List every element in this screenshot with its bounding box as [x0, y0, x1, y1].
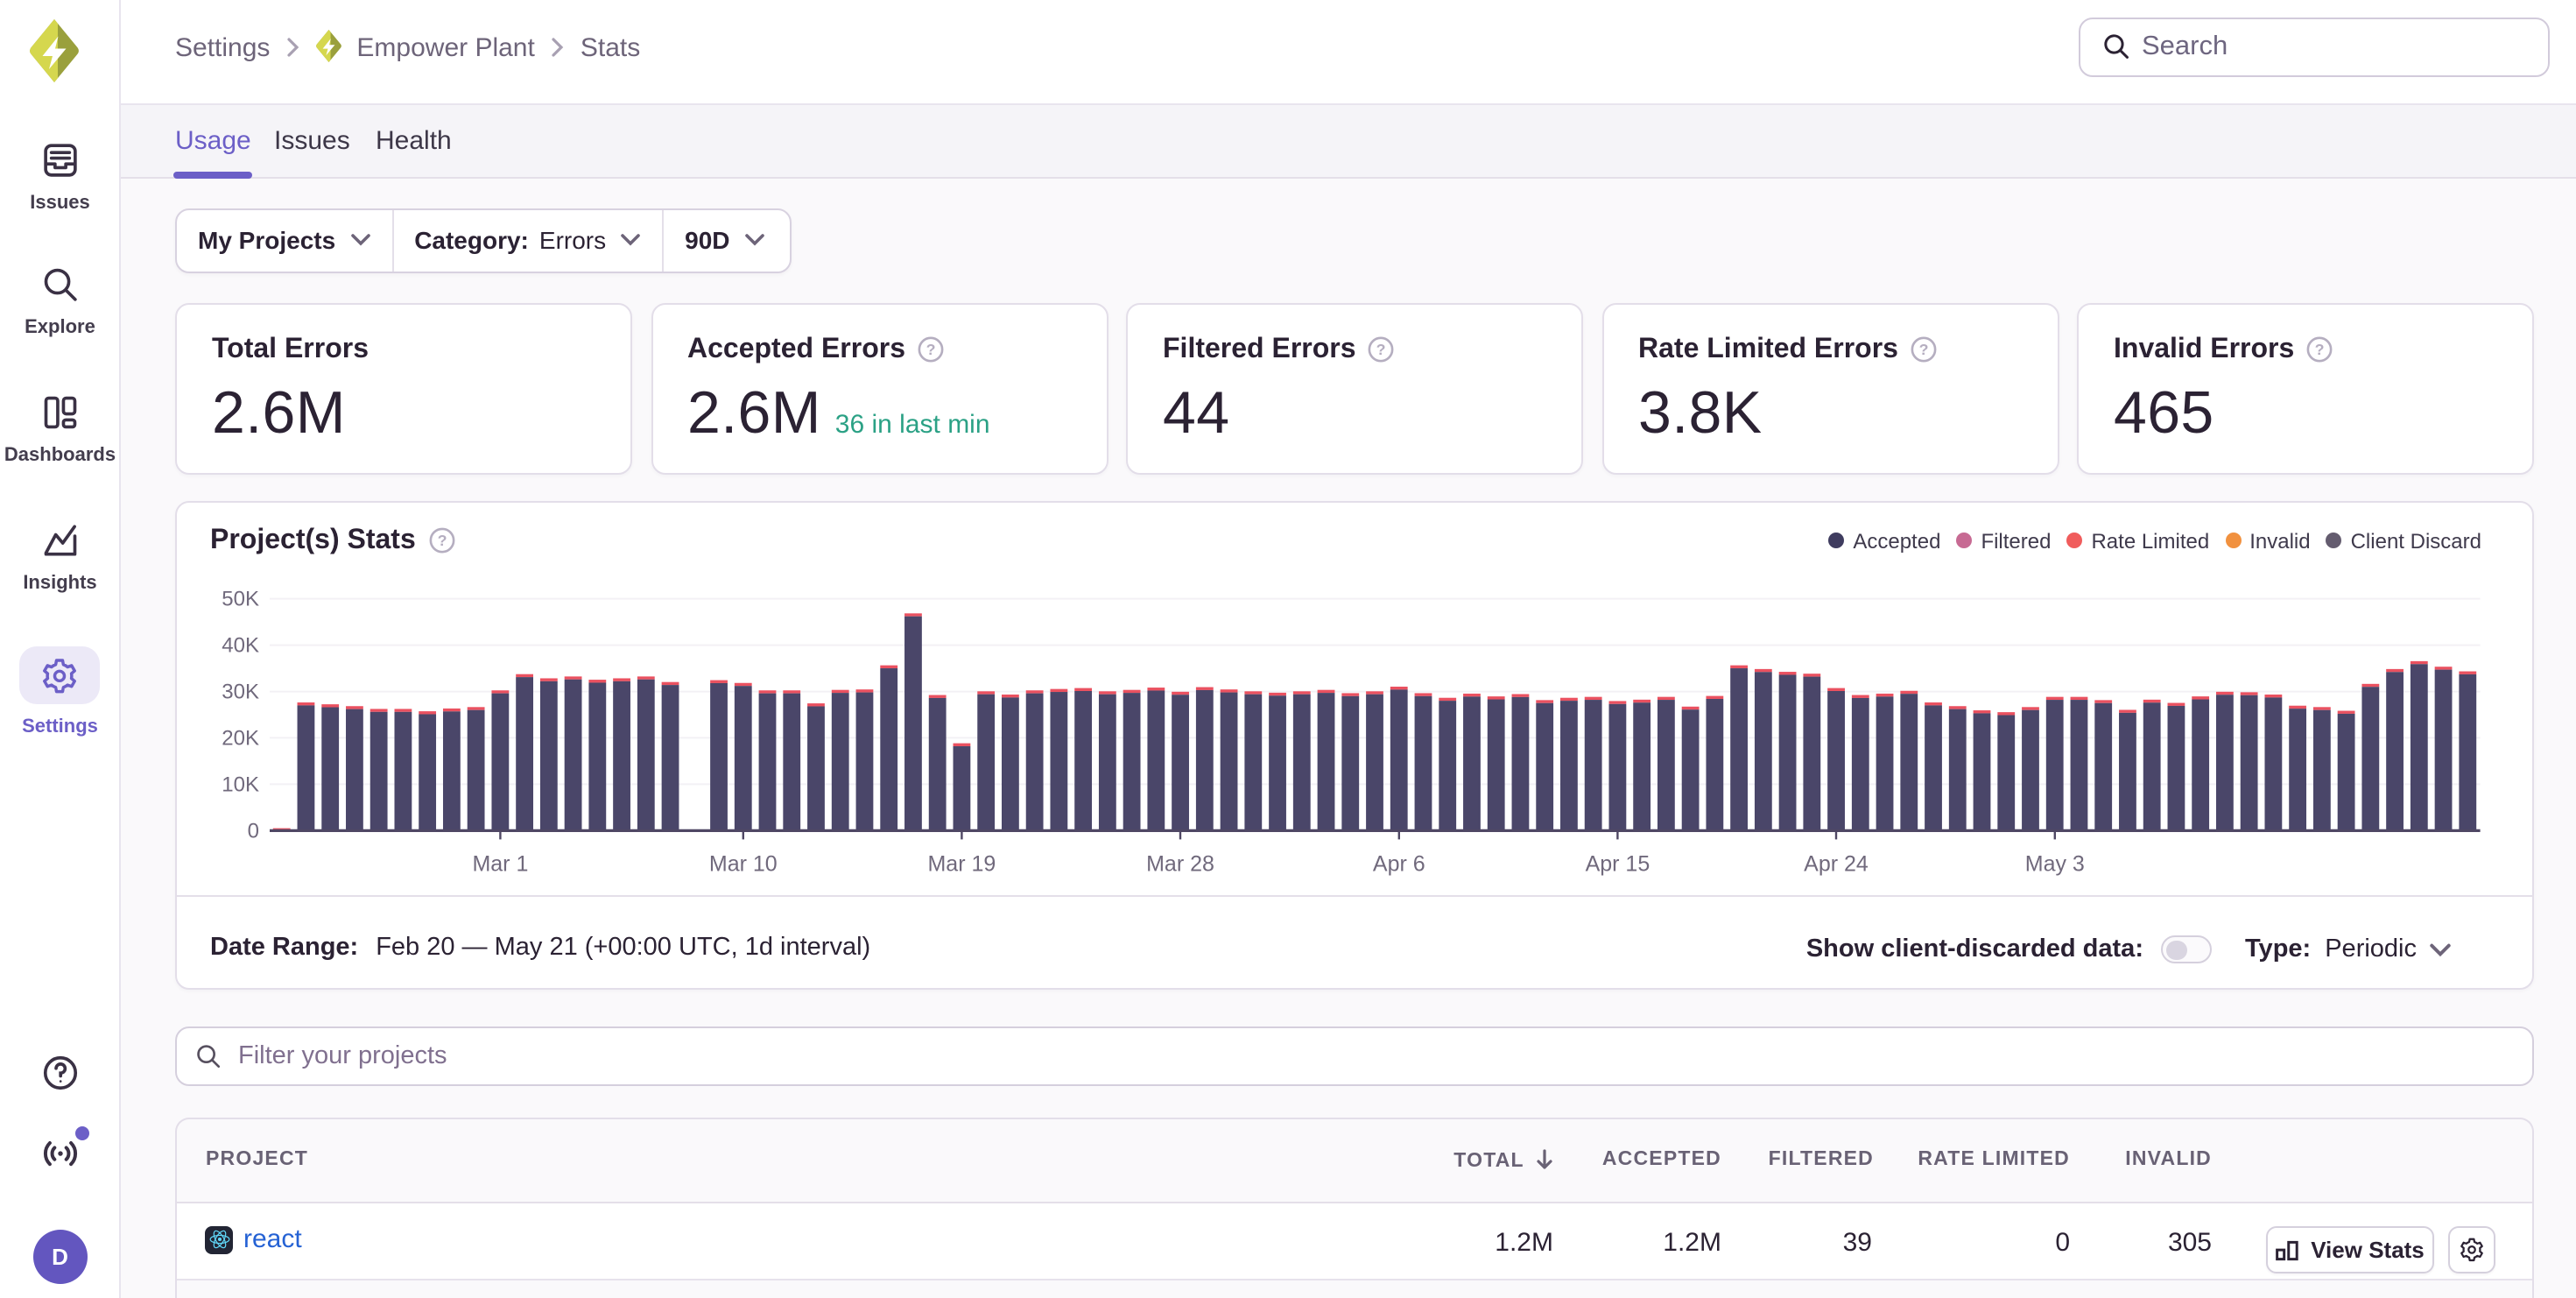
svg-text:Apr 6: Apr 6 — [1373, 850, 1425, 875]
svg-text:Mar 10: Mar 10 — [709, 850, 778, 875]
svg-text:40K: 40K — [222, 633, 259, 657]
svg-text:50K: 50K — [222, 587, 259, 610]
svg-text:Mar 1: Mar 1 — [472, 850, 528, 875]
svg-text:Mar 19: Mar 19 — [927, 850, 996, 875]
svg-text:20K: 20K — [222, 725, 259, 749]
svg-text:30K: 30K — [222, 680, 259, 703]
svg-text:Apr 24: Apr 24 — [1804, 850, 1869, 875]
svg-text:Mar 28: Mar 28 — [1146, 850, 1214, 875]
svg-text:?: ? — [926, 341, 936, 358]
svg-text:?: ? — [1376, 341, 1386, 358]
svg-text:May 3: May 3 — [2025, 850, 2085, 875]
svg-text:?: ? — [1919, 341, 1929, 358]
svg-text:10K: 10K — [222, 772, 259, 795]
svg-text:?: ? — [438, 532, 447, 549]
svg-text:0: 0 — [248, 818, 259, 842]
svg-text:Apr 15: Apr 15 — [1586, 850, 1650, 875]
svg-text:?: ? — [2315, 341, 2325, 358]
